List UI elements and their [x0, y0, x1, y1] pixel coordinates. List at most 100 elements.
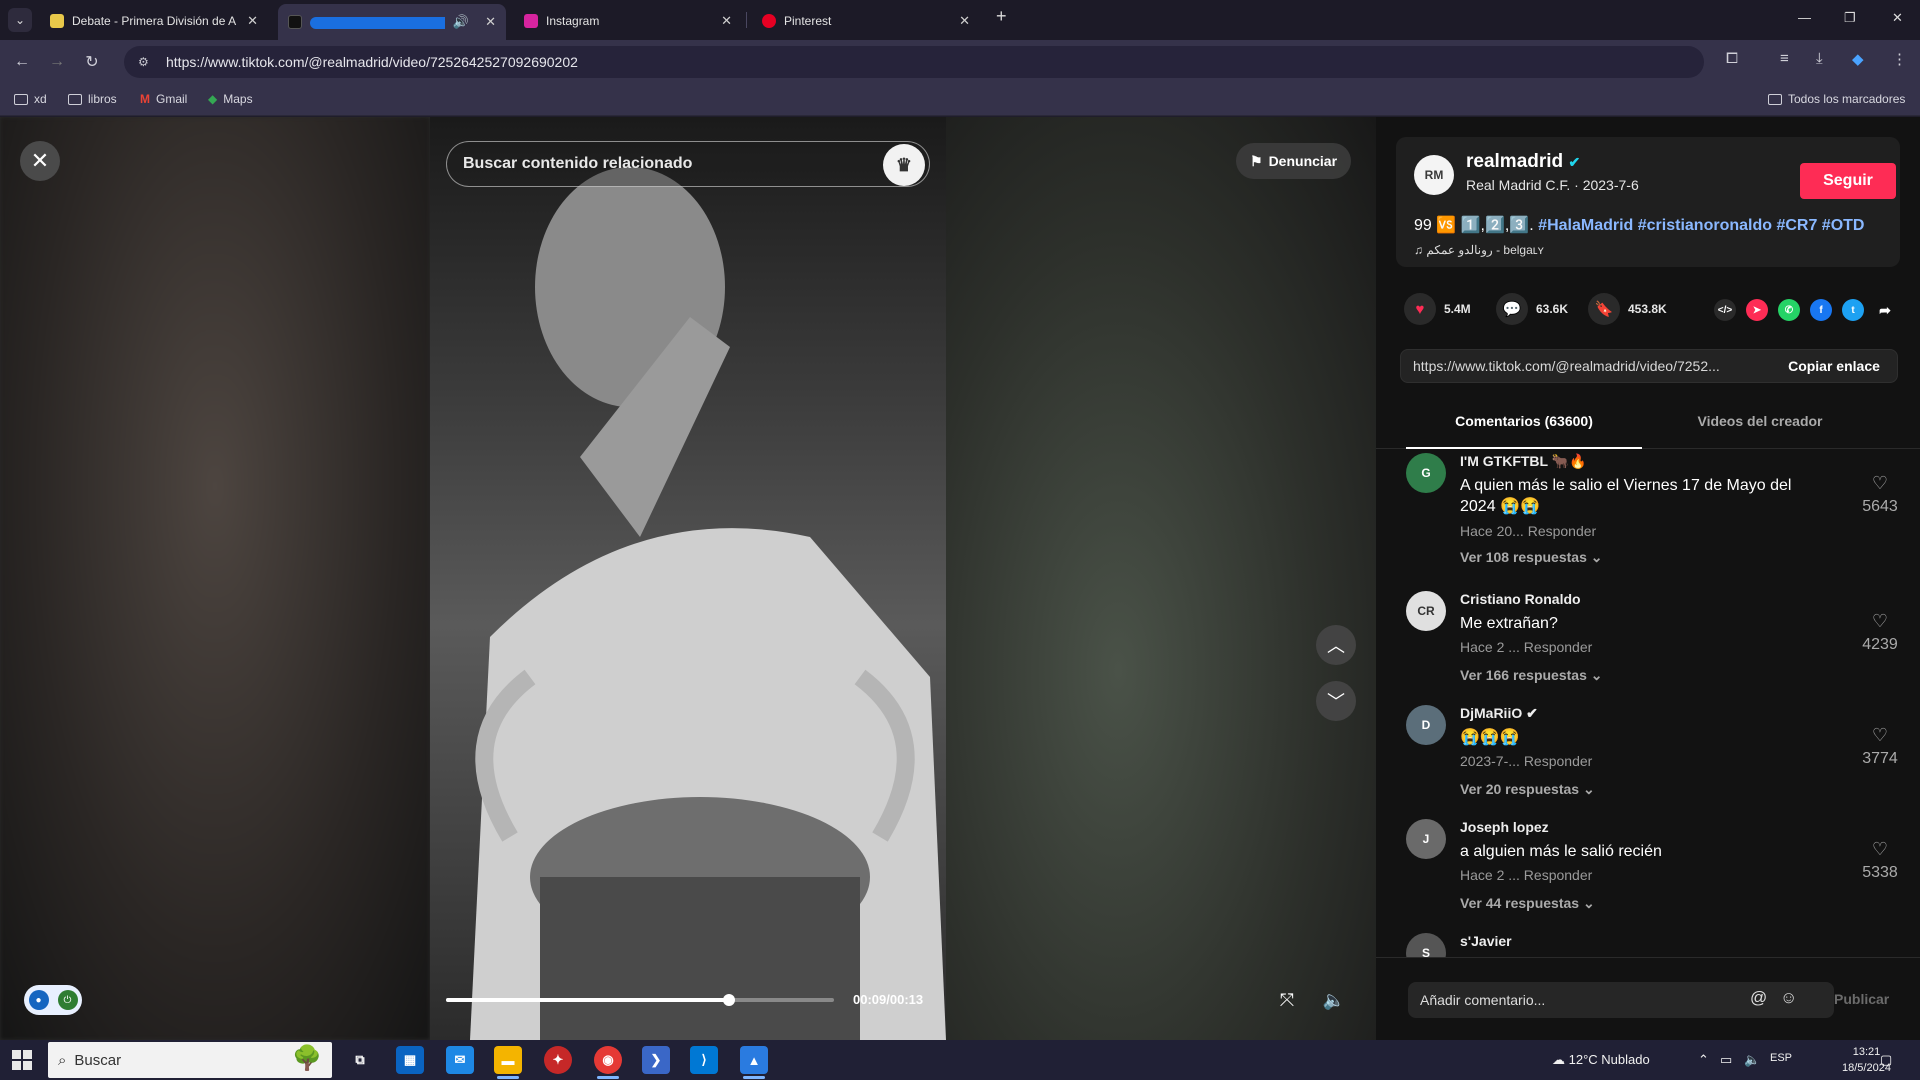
commenter-avatar[interactable]: S	[1406, 933, 1446, 957]
profile-icon[interactable]: ◆	[1852, 50, 1864, 68]
menu-kebab-icon[interactable]: ⋮	[1892, 50, 1907, 68]
address-bar[interactable]: ⚙ https://www.tiktok.com/@realmadrid/vid…	[124, 46, 1704, 78]
taskbar-search[interactable]: ⌕ Buscar 🌳	[48, 1042, 332, 1078]
app-red-icon[interactable]: ✦	[544, 1046, 572, 1074]
twitter-icon[interactable]: t	[1842, 299, 1864, 321]
view-replies-button[interactable]: Ver 44 respuestas ⌄	[1460, 895, 1595, 912]
language-indicator[interactable]: ESP	[1770, 1052, 1792, 1064]
close-tab-icon[interactable]: ✕	[721, 13, 732, 29]
commenter-avatar[interactable]: D	[1406, 705, 1446, 745]
close-tab-icon[interactable]: ✕	[485, 14, 496, 30]
post-username[interactable]: realmadrid ✔	[1466, 151, 1580, 173]
comment-meta[interactable]: 2023-7-... Responder	[1460, 753, 1592, 769]
chrome-icon[interactable]: ◉	[594, 1046, 622, 1074]
speaker-icon[interactable]: 🔊	[453, 14, 469, 30]
commenter-avatar[interactable]: J	[1406, 819, 1446, 859]
bookmark-xd[interactable]: xd	[14, 92, 47, 106]
show-hidden-icons-icon[interactable]: ⌃	[1698, 1052, 1709, 1068]
reload-icon[interactable]: ↻	[80, 50, 104, 74]
commenter-name[interactable]: Cristiano Ronaldo	[1460, 591, 1581, 607]
tab-tiktok[interactable]: 🔊 ✕	[278, 4, 506, 40]
embed-code-icon[interactable]: </>	[1714, 299, 1736, 321]
commenter-name[interactable]: Joseph lopez	[1460, 819, 1549, 835]
extension-widget[interactable]: ● ⏻	[24, 985, 82, 1015]
progress-bar[interactable]	[446, 994, 834, 1006]
previous-video-button[interactable]: ︿	[1316, 625, 1356, 665]
emoji-icon[interactable]: ☺	[1780, 988, 1797, 1008]
copy-link-button[interactable]: Copiar enlace	[1771, 358, 1897, 374]
next-video-button[interactable]: ﹀	[1316, 681, 1356, 721]
comment-like[interactable]: ♡ 4239	[1860, 611, 1900, 654]
view-replies-button[interactable]: Ver 20 respuestas ⌄	[1460, 781, 1595, 798]
comment-like[interactable]: ♡ 5643	[1860, 473, 1900, 516]
bookmark-gmail[interactable]: M Gmail	[140, 92, 187, 106]
forward-icon[interactable]: →	[45, 50, 69, 74]
notifications-icon[interactable]: ▢	[1880, 1052, 1892, 1068]
power-icon[interactable]: ⏻	[57, 990, 78, 1010]
minimize-button[interactable]: —	[1798, 10, 1811, 25]
mail-icon[interactable]: ✉	[446, 1046, 474, 1074]
floating-player-icon[interactable]: ⤧	[1273, 986, 1301, 1014]
bookmark-libros[interactable]: libros	[68, 92, 117, 106]
windows-start-icon[interactable]	[12, 1050, 32, 1070]
file-explorer-icon[interactable]: ▬	[494, 1046, 522, 1074]
whatsapp-icon[interactable]: ✆	[1778, 299, 1800, 321]
photos-icon[interactable]: ▲	[740, 1046, 768, 1074]
hashtags-link[interactable]: #HalaMadrid #cristianoronaldo #CR7 #OTD	[1538, 217, 1864, 234]
task-view-icon[interactable]: ⧉	[346, 1046, 374, 1074]
back-icon[interactable]: ←	[10, 50, 34, 74]
comment-input[interactable]: Añadir comentario... @ ☺	[1408, 982, 1834, 1018]
powershell-icon[interactable]: ❯	[642, 1046, 670, 1074]
music-link[interactable]: ♫ رونالدو عمکم - belgaʟʏ	[1414, 243, 1544, 257]
tab-comments[interactable]: Comentarios (63600)	[1406, 413, 1642, 429]
tab-pinterest[interactable]: Pinterest ✕	[752, 5, 980, 36]
commenter-avatar[interactable]: CR	[1406, 591, 1446, 631]
realmadrid-avatar[interactable]: RM	[1414, 155, 1454, 195]
network-icon[interactable]: ▭	[1720, 1052, 1732, 1068]
close-tab-icon[interactable]: ✕	[959, 13, 970, 29]
url-text[interactable]: https://www.tiktok.com/@realmadrid/video…	[166, 54, 578, 70]
vscode-icon[interactable]: ⟩	[690, 1046, 718, 1074]
close-window-button[interactable]: ✕	[1892, 10, 1903, 26]
tab-instagram[interactable]: Instagram ✕	[514, 5, 742, 36]
send-to-friends-icon[interactable]: ➤	[1746, 299, 1768, 321]
follow-button[interactable]: Seguir	[1800, 163, 1896, 199]
site-info-icon[interactable]: ⚙	[138, 55, 154, 69]
restore-button[interactable]: ❐	[1844, 10, 1856, 26]
facebook-icon[interactable]: f	[1810, 299, 1832, 321]
close-player-button[interactable]: ✕	[20, 141, 60, 181]
volume-tray-icon[interactable]: 🔈	[1744, 1052, 1760, 1068]
tab-debate[interactable]: Debate - Primera División de A ✕	[40, 5, 268, 36]
share-link-text[interactable]: https://www.tiktok.com/@realmadrid/video…	[1401, 358, 1771, 374]
volume-icon[interactable]: 🔈	[1320, 986, 1348, 1014]
commenter-name[interactable]: I'M GTKFTBL 🐂🔥	[1460, 453, 1587, 470]
media-controls-icon[interactable]: ≡	[1780, 50, 1789, 67]
report-button[interactable]: ⚑ Denunciar	[1236, 143, 1352, 179]
comment-like[interactable]: ♡ 3774	[1860, 725, 1900, 768]
commenter-avatar[interactable]: G	[1406, 453, 1446, 493]
comment-like[interactable]: ♡ 5338	[1860, 839, 1900, 882]
comment-stat[interactable]: 💬 63.6K	[1496, 293, 1568, 325]
extensions-icon[interactable]: ⧠	[1726, 50, 1738, 67]
comment-meta[interactable]: Hace 2 ... Responder	[1460, 639, 1592, 655]
commenter-name[interactable]: DjMaRiiO ✔	[1460, 705, 1538, 722]
like-stat[interactable]: ♥ 5.4M	[1404, 293, 1471, 325]
save-stat[interactable]: 🔖 453.8K	[1588, 293, 1667, 325]
tab-search-button[interactable]: ⌄	[8, 8, 32, 32]
commenter-name[interactable]: s'Javier	[1460, 933, 1512, 949]
all-bookmarks[interactable]: Todos los marcadores	[1768, 92, 1905, 106]
related-search-input[interactable]: Buscar contenido relacionado ♛	[446, 141, 930, 187]
view-replies-button[interactable]: Ver 166 respuestas ⌄	[1460, 667, 1603, 684]
new-tab-button[interactable]: +	[996, 6, 1007, 27]
comment-meta[interactable]: Hace 2 ... Responder	[1460, 867, 1592, 883]
close-tab-icon[interactable]: ✕	[247, 13, 258, 29]
mention-icon[interactable]: @	[1750, 988, 1767, 1008]
share-arrow-icon[interactable]: ➦	[1874, 299, 1896, 321]
download-icon[interactable]: ⤓	[1816, 50, 1823, 67]
store-icon[interactable]: ▦	[396, 1046, 424, 1074]
weather-widget[interactable]: ☁ 12°C Nublado	[1552, 1052, 1650, 1068]
comment-meta[interactable]: Hace 20... Responder	[1460, 523, 1596, 539]
tab-creator-videos[interactable]: Videos del creador	[1642, 413, 1878, 429]
view-replies-button[interactable]: Ver 108 respuestas ⌄	[1460, 549, 1603, 566]
video-frame[interactable]	[430, 117, 946, 1040]
